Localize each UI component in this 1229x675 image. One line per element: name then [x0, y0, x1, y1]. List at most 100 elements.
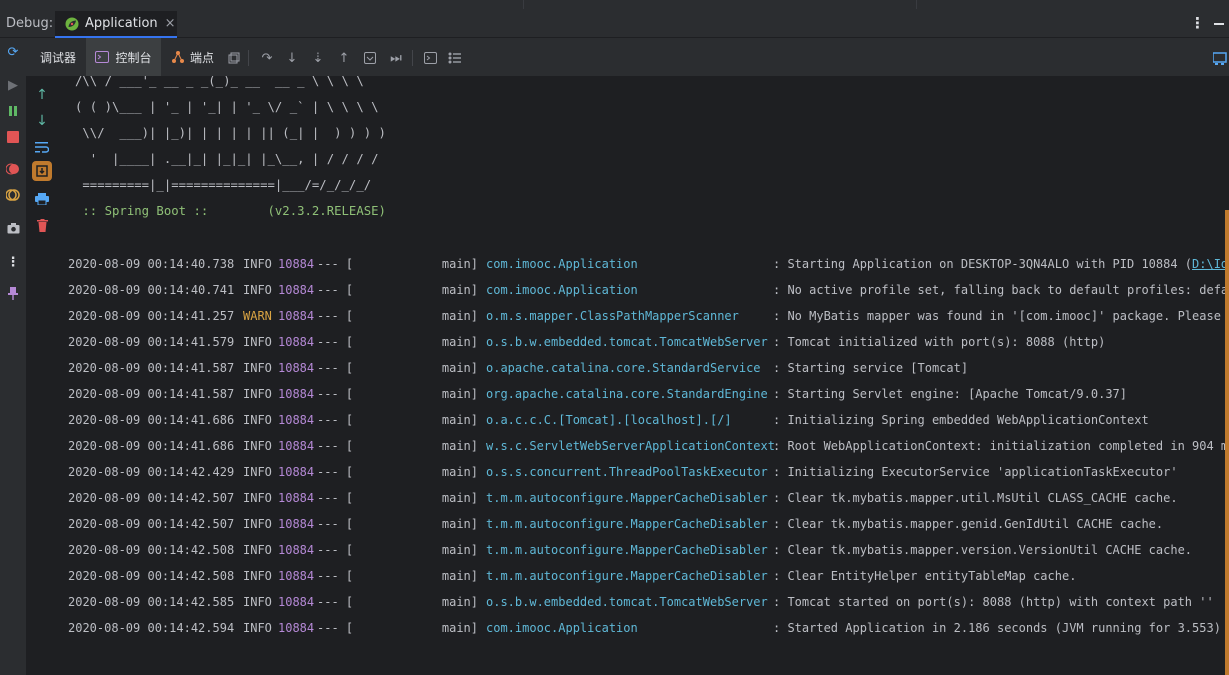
- log-timestamp: 2020-08-09 00:14:42.429: [68, 465, 235, 479]
- trace-list-icon[interactable]: [447, 50, 463, 66]
- log-level: INFO: [243, 543, 272, 557]
- log-message: : Starting service [Tomcat]: [773, 361, 969, 375]
- log-line: 2020-08-09 00:14:42.507 INFO 10884 --- [mai…: [68, 488, 1228, 508]
- debug-tool-window-header: Debug: Application × ⋮: [0, 0, 1229, 38]
- log-line: 2020-08-09 00:14:42.585 INFO 10884 --- [mai…: [68, 592, 1228, 612]
- pin-icon[interactable]: [4, 284, 22, 302]
- log-level: INFO: [243, 465, 272, 479]
- tab-application[interactable]: Application ×: [55, 11, 177, 38]
- log-pid: 10884: [278, 387, 315, 401]
- log-thread: main]: [441, 309, 478, 323]
- log-pid: 10884: [278, 517, 315, 531]
- minimize-icon[interactable]: [1214, 23, 1224, 25]
- pause-icon[interactable]: [4, 102, 22, 120]
- log-pid: 10884: [278, 595, 315, 609]
- log-separator: --- [: [317, 569, 354, 583]
- console-icon: [95, 51, 110, 63]
- log-thread: main]: [441, 543, 478, 557]
- log-pid: 10884: [278, 543, 315, 557]
- log-logger[interactable]: t.m.m.autoconfigure.MapperCacheDisabler: [486, 488, 768, 508]
- log-separator: --- [: [317, 257, 354, 271]
- scroll-to-end-icon[interactable]: [32, 161, 52, 181]
- console-output[interactable]: /\\ / ___'_ __ _ _(_)_ __ __ _ \ \ \ \ (…: [56, 76, 1229, 675]
- log-pid: 10884: [278, 465, 315, 479]
- log-timestamp: 2020-08-09 00:14:41.587: [68, 361, 235, 375]
- log-message: : Clear tk.mybatis.mapper.version.Versio…: [773, 543, 1193, 557]
- log-message-text: : Starting Application on DESKTOP-3QN4AL…: [773, 257, 1193, 271]
- soft-wrap-icon[interactable]: [32, 138, 52, 156]
- log-message: : Initializing ExecutorService 'applicat…: [773, 465, 1178, 479]
- log-level: INFO: [243, 413, 272, 427]
- log-logger[interactable]: o.s.s.concurrent.ThreadPoolTaskExecutor: [486, 462, 768, 482]
- log-level: INFO: [243, 361, 272, 375]
- drop-frame-icon[interactable]: [362, 50, 378, 66]
- log-message: : Started Application in 2.186 seconds (…: [773, 621, 1221, 635]
- log-logger[interactable]: com.imooc.Application: [486, 254, 638, 274]
- log-logger[interactable]: w.s.c.ServletWebServerApplicationContext: [486, 436, 775, 456]
- log-level: WARN: [243, 309, 272, 323]
- restore-layout-icon[interactable]: [226, 50, 242, 66]
- more-actions-icon[interactable]: ⋮: [4, 253, 22, 271]
- log-level: INFO: [243, 595, 272, 609]
- force-step-into-icon[interactable]: ⇣: [310, 50, 326, 66]
- log-line: 2020-08-09 00:14:41.686 INFO 10884 --- [mai…: [68, 410, 1228, 430]
- more-options-icon[interactable]: ⋮: [1190, 14, 1205, 32]
- breakpoints-icon: [172, 51, 184, 63]
- scroll-down-icon[interactable]: ↓: [32, 112, 52, 130]
- resume-icon[interactable]: ▶: [4, 76, 22, 94]
- stop-icon[interactable]: [4, 128, 22, 146]
- log-logger[interactable]: o.a.c.c.C.[Tomcat].[localhost].[/]: [486, 410, 732, 430]
- log-logger[interactable]: t.m.m.autoconfigure.MapperCacheDisabler: [486, 566, 768, 586]
- log-message: : Clear tk.mybatis.mapper.util.MsUtil CL…: [773, 491, 1178, 505]
- log-message: : No active profile set, falling back to…: [773, 283, 1229, 297]
- log-logger[interactable]: o.apache.catalina.core.StandardService: [486, 358, 761, 378]
- log-level: INFO: [243, 283, 272, 297]
- tab-breakpoints[interactable]: 端点: [171, 38, 214, 76]
- log-thread: main]: [441, 569, 478, 583]
- scrollbar[interactable]: [1225, 210, 1229, 675]
- mute-breakpoints-icon[interactable]: [4, 186, 22, 204]
- tab-breakpoints-label: 端点: [190, 50, 215, 65]
- log-logger[interactable]: com.imooc.Application: [486, 280, 638, 300]
- log-logger[interactable]: t.m.m.autoconfigure.MapperCacheDisabler: [486, 540, 768, 560]
- step-into-icon[interactable]: ↓: [284, 50, 300, 66]
- log-logger[interactable]: org.apache.catalina.core.StandardEngine: [486, 384, 768, 404]
- step-over-icon[interactable]: ↷: [259, 50, 275, 66]
- log-logger[interactable]: o.m.s.mapper.ClassPathMapperScanner: [486, 306, 739, 326]
- log-line: 2020-08-09 00:14:41.579 INFO 10884 --- [mai…: [68, 332, 1228, 352]
- file-path-link[interactable]: D:\IdeaPr: [1192, 257, 1229, 271]
- scroll-up-icon[interactable]: ↑: [32, 86, 52, 104]
- tab-debugger[interactable]: 调试器: [40, 38, 76, 76]
- log-message: : Tomcat started on port(s): 8088 (http)…: [773, 595, 1214, 609]
- log-timestamp: 2020-08-09 00:14:42.507: [68, 517, 235, 531]
- log-level: INFO: [243, 491, 272, 505]
- log-line: 2020-08-09 00:14:41.587 INFO 10884 --- [mai…: [68, 384, 1228, 404]
- camera-icon[interactable]: [4, 219, 22, 237]
- log-logger[interactable]: com.imooc.Application: [486, 618, 638, 638]
- console-side-actions: ↑ ↓: [26, 76, 56, 675]
- log-logger[interactable]: o.s.b.w.embedded.tomcat.TomcatWebServer: [486, 592, 768, 612]
- rerun-icon[interactable]: ⟳: [4, 43, 22, 61]
- log-pid: 10884: [278, 361, 315, 375]
- tab-console[interactable]: 控制台: [86, 38, 161, 76]
- evaluate-expression-icon[interactable]: [422, 50, 438, 66]
- run-to-cursor-icon[interactable]: ⏭: [388, 50, 404, 66]
- log-timestamp: 2020-08-09 00:14:42.594: [68, 621, 235, 635]
- clear-console-icon[interactable]: [32, 216, 52, 234]
- step-out-icon[interactable]: ↑: [336, 50, 352, 66]
- log-message: : Tomcat initialized with port(s): 8088 …: [773, 335, 1106, 349]
- log-thread: main]: [441, 465, 478, 479]
- log-separator: --- [: [317, 491, 354, 505]
- log-message: : Initializing Spring embedded WebApplic…: [773, 413, 1149, 427]
- close-tab-icon[interactable]: ×: [165, 16, 176, 31]
- log-pid: 10884: [278, 439, 315, 453]
- log-line: 2020-08-09 00:14:41.686 INFO 10884 --- [mai…: [68, 436, 1229, 456]
- log-logger[interactable]: t.m.m.autoconfigure.MapperCacheDisabler: [486, 514, 768, 534]
- banner-line: =========|_|==============|___/=/_/_/_/: [75, 178, 372, 192]
- log-line: 2020-08-09 00:14:40.738 INFO 10884 --- [mai…: [68, 254, 1229, 274]
- print-icon[interactable]: [32, 190, 52, 208]
- view-breakpoints-icon[interactable]: [4, 160, 22, 178]
- layout-settings-icon[interactable]: [1213, 52, 1227, 66]
- log-message: : Root WebApplicationContext: initializa…: [773, 439, 1229, 453]
- log-logger[interactable]: o.s.b.w.embedded.tomcat.TomcatWebServer: [486, 332, 768, 352]
